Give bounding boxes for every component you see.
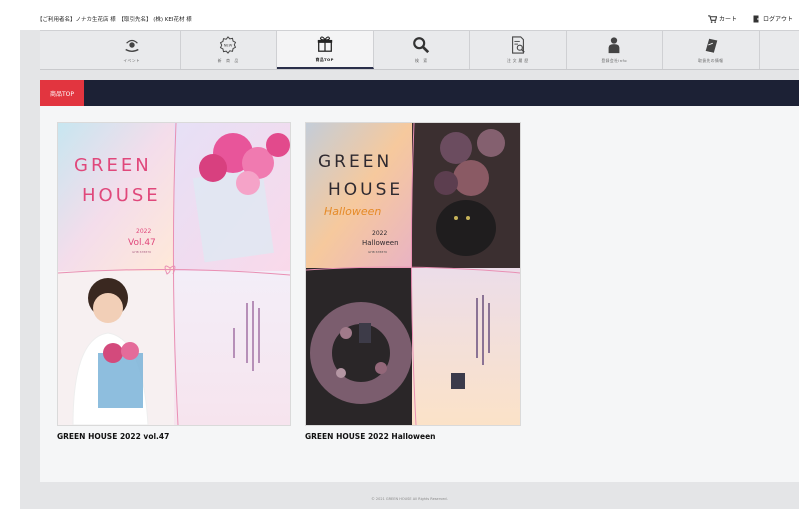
- catalog-card[interactable]: GREEN HOUSE 2022 Vol.47 GHB 678876 GREEN…: [57, 122, 291, 441]
- user-info-text: 【ご利用者名】ノナカ生花店 様 【取引先名】 (株) KEI花材 様: [37, 17, 192, 23]
- nav-item-order-history[interactable]: 注 文 履 歴: [470, 31, 567, 69]
- cover-code: GHB 678876: [132, 250, 151, 254]
- cart-label: カート: [719, 16, 738, 23]
- nav-label: イベント: [123, 58, 141, 63]
- nav-label: 登録会社info: [601, 58, 627, 63]
- breadcrumb-bar: 商品TOP: [40, 80, 799, 106]
- new-badge-icon: NEW: [220, 36, 237, 54]
- cart-link[interactable]: カート: [708, 14, 737, 23]
- catalog-cover-art: GREEN HOUSE Halloween 2022 Halloween GHB…: [306, 123, 520, 425]
- cover-title-line1: GREEN: [74, 155, 152, 176]
- footer-copyright: © 2021 GREEN HOUSE All Rights Reserved.: [371, 497, 448, 501]
- nav-label: 新 商 品: [217, 58, 239, 63]
- catalog-cover-art: GREEN HOUSE 2022 Vol.47 GHB 678876: [58, 123, 290, 425]
- gift-box-icon: [317, 36, 332, 52]
- main-nav: イベント NEW 新 商 品 商品TOP 検 索 注 文 履 歴 登録会社inf…: [40, 30, 799, 70]
- logout-link[interactable]: ログアウト: [753, 14, 793, 23]
- nav-label: 注 文 履 歴: [506, 58, 529, 63]
- cart-icon: [708, 14, 717, 23]
- catalog-card[interactable]: GREEN HOUSE Halloween 2022 Halloween GHB…: [305, 122, 521, 441]
- cover-code: GHB 678876: [368, 250, 387, 254]
- nav-label: 取扱先の情報: [698, 58, 724, 63]
- catalog-cover-image[interactable]: GREEN HOUSE 2022 Vol.47 GHB 678876: [57, 122, 291, 426]
- nav-item-event[interactable]: イベント: [84, 31, 181, 69]
- breadcrumb-current[interactable]: 商品TOP: [40, 80, 84, 106]
- top-bar: 【ご利用者名】ノナカ生花店 様 【取引先名】 (株) KEI花材 様 カート ロ…: [20, 10, 799, 30]
- person-icon: [608, 37, 620, 54]
- nav-label: 商品TOP: [315, 57, 334, 62]
- logout-icon: [753, 15, 761, 22]
- cover-subtitle: Halloween: [362, 239, 399, 247]
- cover-title-line2: HOUSE: [328, 180, 403, 200]
- nav-item-partner-info[interactable]: 取扱先の情報: [663, 31, 760, 69]
- event-icon: [125, 39, 139, 53]
- nav-item-search[interactable]: 検 索: [374, 31, 470, 69]
- nav-item-product-top[interactable]: 商品TOP: [277, 31, 374, 69]
- catalog-title[interactable]: GREEN HOUSE 2022 vol.47: [57, 432, 291, 441]
- app-frame: 【ご利用者名】ノナカ生花店 様 【取引先名】 (株) KEI花材 様 カート ロ…: [20, 10, 799, 509]
- catalog-title[interactable]: GREEN HOUSE 2022 Halloween: [305, 432, 521, 441]
- catalog-panel: GREEN HOUSE 2022 Vol.47 GHB 678876 GREEN…: [40, 106, 799, 482]
- cover-title-line2: HOUSE: [82, 185, 161, 206]
- cover-subtitle: Vol.47: [128, 238, 156, 248]
- cover-year: 2022: [136, 228, 151, 235]
- nav-item-company-info[interactable]: 登録会社info: [567, 31, 663, 69]
- search-icon: [413, 37, 430, 54]
- nav-item-new-products[interactable]: NEW 新 商 品: [181, 31, 277, 69]
- order-history-icon: [511, 36, 525, 54]
- catalog-cover-image[interactable]: GREEN HOUSE Halloween 2022 Halloween GHB…: [305, 122, 521, 426]
- cover-script: Halloween: [324, 205, 381, 218]
- cover-title-line1: GREEN: [318, 152, 392, 172]
- cover-year: 2022: [372, 230, 387, 237]
- notebook-icon: [705, 38, 718, 54]
- logout-label: ログアウト: [763, 16, 794, 23]
- nav-label: 検 索: [414, 58, 428, 63]
- svg-text:NEW: NEW: [224, 44, 233, 48]
